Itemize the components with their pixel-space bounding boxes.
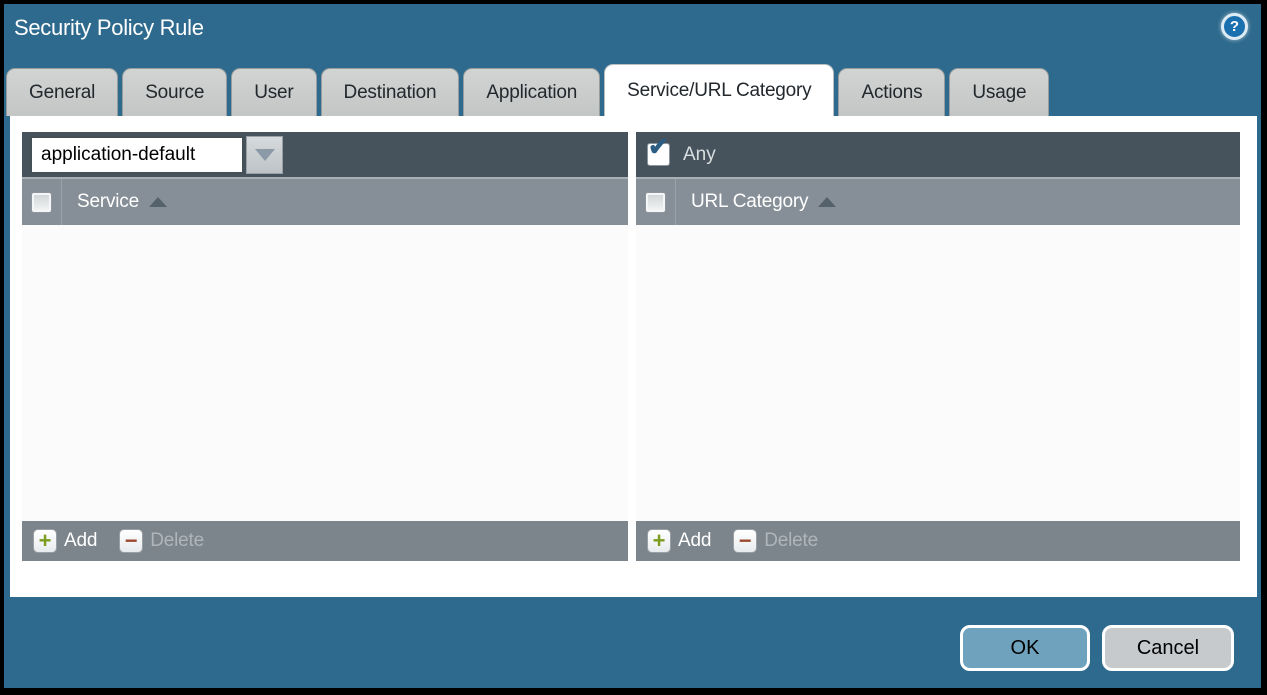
any-checkbox[interactable]: ✔ — [648, 144, 669, 165]
chevron-down-icon — [255, 149, 275, 161]
tab-service-url-category[interactable]: Service/URL Category — [604, 64, 834, 116]
help-icon[interactable]: ? — [1221, 13, 1248, 40]
url-category-table-header: URL Category — [636, 177, 1240, 225]
url-category-select-all-checkbox[interactable] — [646, 193, 665, 212]
tab-application[interactable]: Application — [463, 68, 600, 116]
service-add-button[interactable]: + Add — [33, 529, 97, 553]
security-policy-rule-dialog: Security Policy Rule ? General Source Us… — [0, 0, 1267, 695]
cancel-button[interactable]: Cancel — [1102, 625, 1234, 671]
dialog-border — [1261, 0, 1267, 695]
checkmark-icon: ✔ — [648, 135, 669, 160]
plus-icon: + — [33, 529, 57, 553]
url-category-any-toggle[interactable]: ✔ Any — [648, 144, 716, 166]
url-category-add-button[interactable]: + Add — [647, 529, 711, 553]
tab-usage[interactable]: Usage — [949, 68, 1049, 116]
service-panel-toolbar: application-default — [22, 132, 628, 177]
dialog-border — [0, 0, 1267, 4]
url-category-list — [636, 225, 1240, 521]
ok-button[interactable]: OK — [960, 625, 1090, 671]
any-label: Any — [683, 144, 716, 166]
tab-source[interactable]: Source — [122, 68, 227, 116]
minus-icon: − — [733, 529, 757, 553]
service-panel: application-default Service + Add — [22, 132, 628, 561]
service-panel-footer: + Add − Delete — [22, 521, 628, 561]
service-table-header: Service — [22, 177, 628, 225]
service-list — [22, 225, 628, 521]
dialog-border — [0, 0, 4, 695]
url-category-delete-button[interactable]: − Delete — [733, 529, 818, 553]
url-category-panel-footer: + Add − Delete — [636, 521, 1240, 561]
tab-general[interactable]: General — [6, 68, 118, 116]
tab-user[interactable]: User — [231, 68, 316, 116]
service-type-dropdown[interactable]: application-default — [30, 136, 283, 174]
service-column-header[interactable]: Service — [77, 191, 139, 213]
dialog-border — [0, 688, 1267, 695]
minus-icon: − — [119, 529, 143, 553]
service-select-all-checkbox[interactable] — [32, 193, 51, 212]
url-category-column-header[interactable]: URL Category — [691, 191, 808, 213]
tab-actions[interactable]: Actions — [838, 68, 945, 116]
service-type-dropdown-button[interactable] — [246, 136, 283, 174]
url-category-panel-toolbar: ✔ Any — [636, 132, 1240, 177]
tab-destination[interactable]: Destination — [321, 68, 460, 116]
tab-bar: General Source User Destination Applicat… — [6, 64, 1049, 116]
sort-ascending-icon[interactable] — [818, 197, 836, 207]
plus-icon: + — [647, 529, 671, 553]
service-delete-button[interactable]: − Delete — [119, 529, 204, 553]
dialog-title: Security Policy Rule — [14, 15, 204, 41]
tab-content: application-default Service + Add — [10, 116, 1257, 597]
sort-ascending-icon[interactable] — [149, 197, 167, 207]
url-category-panel: ✔ Any URL Category + Add − — [636, 132, 1240, 561]
service-type-value[interactable]: application-default — [30, 136, 244, 174]
